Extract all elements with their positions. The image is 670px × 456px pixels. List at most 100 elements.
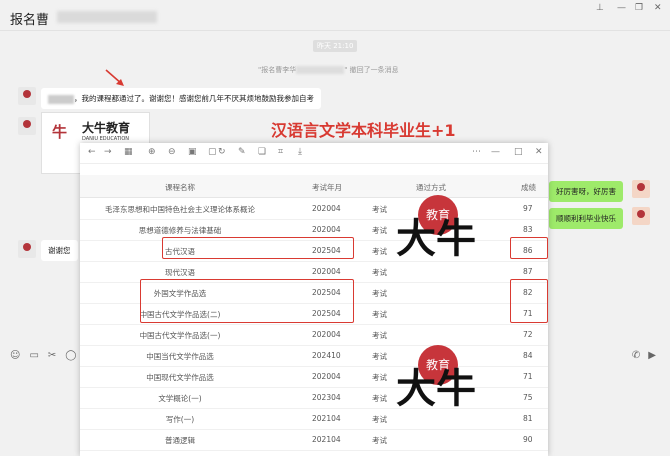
zoom-in-icon[interactable]: ⊕: [148, 147, 156, 157]
viewer-minimize-icon[interactable]: —: [491, 147, 500, 157]
redacted-name: [57, 11, 157, 23]
viewer-maximize-icon[interactable]: □: [514, 147, 523, 157]
exam-date: 202410: [312, 351, 341, 360]
crop-icon[interactable]: ▢: [208, 147, 217, 157]
column-header: 考试年月: [312, 183, 342, 192]
emoji-icon[interactable]: ☺: [10, 350, 20, 361]
highlight-box: [510, 279, 548, 323]
exam-date: 202004: [312, 267, 341, 276]
my-avatar[interactable]: [632, 180, 650, 198]
system-message-suffix: " 撤回了一条消息: [344, 66, 399, 74]
message-bubble[interactable]: 谢谢您: [41, 240, 78, 261]
score: 75: [523, 393, 533, 402]
highlight-box: [510, 237, 548, 259]
scan-icon[interactable]: ⌗: [278, 147, 283, 157]
exam-date: 202004: [312, 330, 341, 339]
column-header: 成绩: [521, 183, 536, 192]
column-header: 通过方式: [416, 183, 446, 192]
minimize-icon[interactable]: —: [617, 3, 626, 13]
message-bubble[interactable]: ，我的课程都通过了。谢谢您！感谢您前几年不厌其烦地鼓励我参加自考: [41, 88, 321, 109]
course-name: 中国现代文学作品选: [146, 373, 214, 382]
highlight-box: [140, 279, 354, 323]
close-icon[interactable]: ✕: [654, 3, 662, 13]
pass-method: 考试: [372, 415, 387, 424]
course-name: 现代汉语: [165, 268, 195, 277]
table-header: 课程名称 考试年月 通过方式 成绩: [80, 175, 548, 198]
avatar[interactable]: [18, 87, 36, 105]
viewer-toolbar: ← → ▦ ⊕ ⊖ ▣ ▢ ↻ ✎ ❏ ⌗ ⤓ ⋯ — □ ✕: [80, 143, 548, 164]
rotate-icon[interactable]: ↻: [218, 147, 226, 157]
more-icon[interactable]: ⋯: [472, 147, 481, 157]
zoom-out-icon[interactable]: ⊖: [168, 147, 176, 157]
video-call-icon[interactable]: ▶: [648, 350, 656, 361]
score: 72: [523, 330, 533, 339]
red-arrow-annotation: [105, 69, 124, 86]
score: 71: [523, 372, 533, 381]
column-header: 课程名称: [165, 183, 195, 192]
course-name: 中国古代文学作品选(一): [139, 331, 221, 340]
edit-icon[interactable]: ✎: [238, 147, 246, 157]
download-icon[interactable]: ⤓: [298, 147, 302, 157]
course-name: 文学概论(一): [158, 394, 202, 403]
watermark-text: 大牛: [396, 216, 476, 262]
card-subtitle: DANIU EDUCATION: [82, 136, 130, 142]
viewer-close-icon[interactable]: ✕: [535, 147, 543, 157]
score: 83: [523, 225, 533, 234]
call-toolbar: ✆ ▶: [624, 350, 656, 361]
score: 84: [523, 351, 533, 360]
pass-method: 考试: [372, 394, 387, 403]
score: 90: [523, 435, 533, 444]
my-message-bubble[interactable]: 好厉害呀，好厉害: [549, 181, 623, 202]
course-name: 毛泽东思想和中国特色社会主义理论体系概论: [105, 205, 255, 214]
my-avatar[interactable]: [632, 207, 650, 225]
exam-date: 202104: [312, 414, 341, 423]
course-name: 写作(一): [165, 415, 195, 424]
exam-date: 202304: [312, 393, 341, 402]
pass-method: 考试: [372, 352, 387, 361]
scissors-icon[interactable]: ✂: [48, 350, 56, 361]
headline-caption: 汉语言文学本科毕业生+1: [271, 121, 456, 140]
redacted-text: [296, 66, 345, 74]
highlight-box: [162, 237, 354, 259]
table-row: 写作(一) 202104 考试 81: [80, 408, 548, 430]
table-row: 中国当代文学作品选 202410 考试 84: [80, 345, 548, 367]
pass-method: 考试: [372, 289, 387, 298]
pass-method: 考试: [372, 226, 387, 235]
course-name: 思想道德修养与法律基础: [138, 226, 222, 235]
stack-icon[interactable]: ❏: [258, 147, 266, 157]
avatar[interactable]: [18, 117, 36, 135]
pass-method: 考试: [372, 268, 387, 277]
daniu-logo-icon: 牛: [52, 123, 68, 141]
grid-icon[interactable]: ▦: [124, 147, 133, 157]
score: 81: [523, 414, 533, 423]
message-text: ，我的课程都通过了。谢谢您！感谢您前几年不厌其烦地鼓励我参加自考: [74, 94, 314, 103]
exam-date: 202104: [312, 435, 341, 444]
pass-method: 考试: [372, 205, 387, 214]
voice-call-icon[interactable]: ✆: [632, 350, 640, 361]
watermark-text: 大牛: [396, 366, 476, 412]
card-brand: 大牛教育: [82, 121, 131, 135]
folder-icon[interactable]: ▭: [29, 350, 38, 361]
image-viewer-window: ← → ▦ ⊕ ⊖ ▣ ▢ ↻ ✎ ❏ ⌗ ⤓ ⋯ — □ ✕ 课程名称 考试年…: [80, 143, 548, 456]
input-toolbar: ☺ ▭ ✂ ◯: [10, 350, 85, 361]
chat-history-icon[interactable]: ◯: [65, 350, 76, 361]
pin-icon[interactable]: ⊥: [596, 3, 604, 13]
maximize-icon[interactable]: ❐: [635, 3, 643, 13]
back-icon[interactable]: ←: [88, 147, 96, 157]
table-row: 普通逻辑 202104 考试 90: [80, 429, 548, 451]
window-title: 报名曹: [10, 13, 50, 28]
forward-icon[interactable]: →: [104, 147, 112, 157]
my-message-bubble[interactable]: 顺顺利利毕业快乐: [549, 208, 623, 229]
avatar[interactable]: [18, 240, 36, 258]
system-message-prefix: "报名曹李华: [258, 66, 297, 74]
score: 97: [523, 204, 533, 213]
original-size-icon[interactable]: ▣: [188, 147, 197, 157]
exam-date: 202004: [312, 204, 341, 213]
pass-method: 考试: [372, 436, 387, 445]
exam-date: 202004: [312, 225, 341, 234]
pass-method: 考试: [372, 331, 387, 340]
score: 87: [523, 267, 533, 276]
system-message: "报名曹李华 " 撤回了一条消息: [258, 65, 399, 75]
pass-method: 考试: [372, 247, 387, 256]
timestamp: 昨天 21:10: [313, 40, 358, 52]
